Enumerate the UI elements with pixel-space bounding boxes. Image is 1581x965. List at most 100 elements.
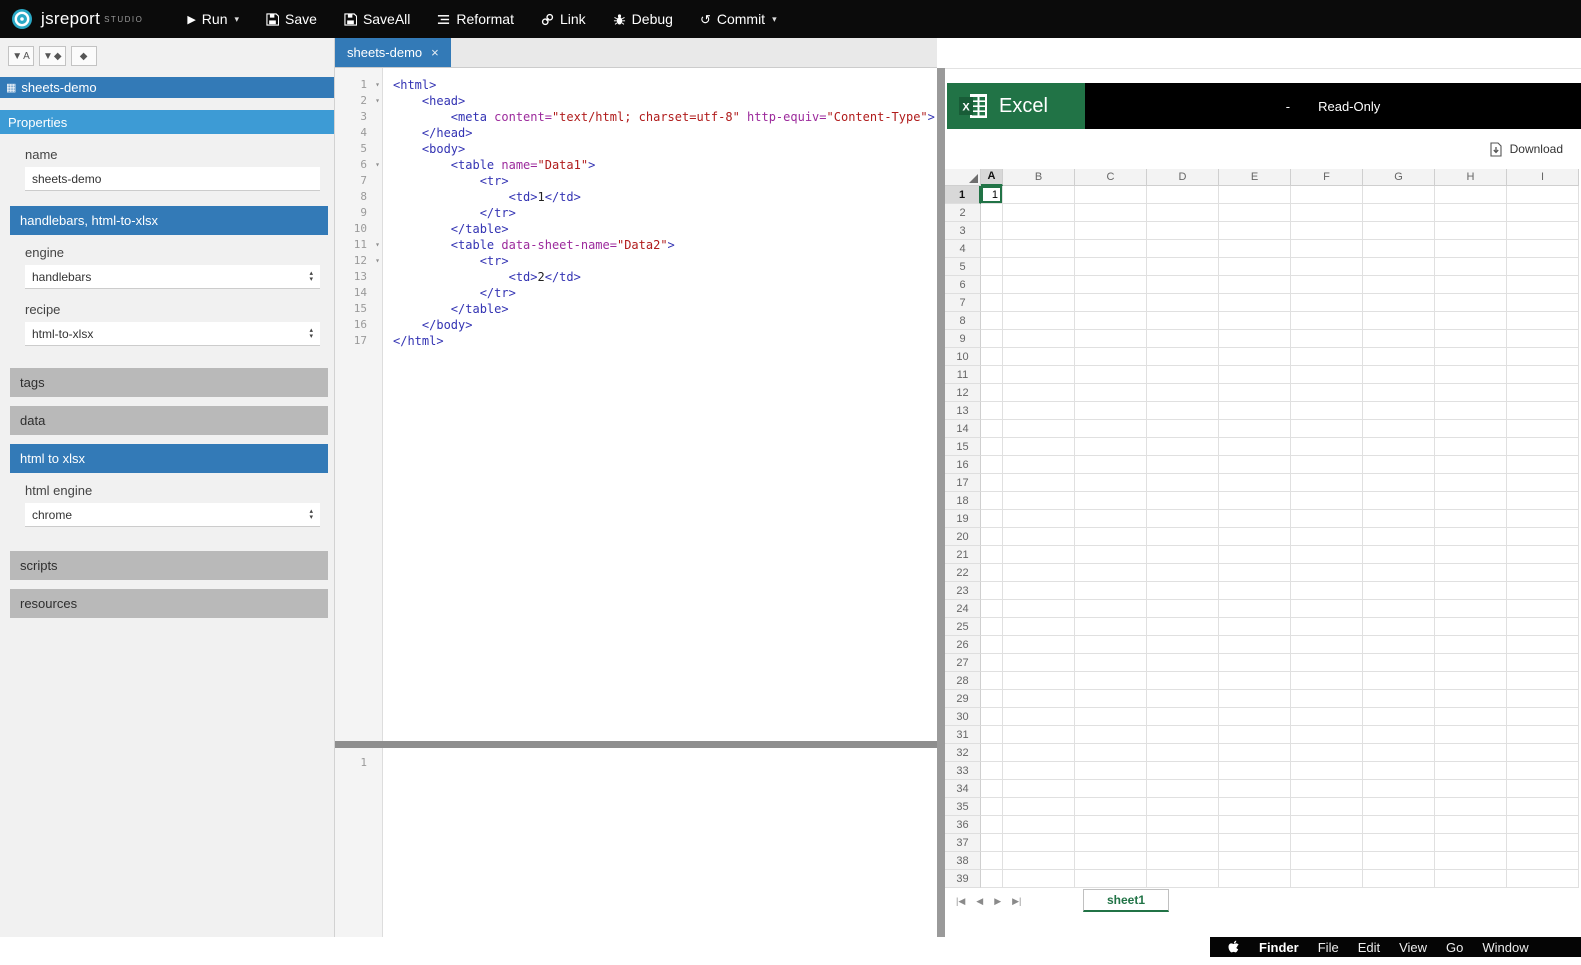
- cell-I39[interactable]: [1507, 870, 1579, 888]
- row-header-17[interactable]: 17: [945, 474, 981, 492]
- cell-H27[interactable]: [1435, 654, 1507, 672]
- cell-A3[interactable]: [981, 222, 1003, 240]
- cell-H21[interactable]: [1435, 546, 1507, 564]
- cell-I30[interactable]: [1507, 708, 1579, 726]
- link-button[interactable]: Link: [541, 11, 586, 27]
- cell-A22[interactable]: [981, 564, 1003, 582]
- cell-C9[interactable]: [1075, 330, 1147, 348]
- cell-D4[interactable]: [1147, 240, 1219, 258]
- cell-C34[interactable]: [1075, 780, 1147, 798]
- cell-C19[interactable]: [1075, 510, 1147, 528]
- cell-B26[interactable]: [1003, 636, 1075, 654]
- cell-G34[interactable]: [1363, 780, 1435, 798]
- cell-C14[interactable]: [1075, 420, 1147, 438]
- cell-E20[interactable]: [1219, 528, 1291, 546]
- cell-F7[interactable]: [1291, 294, 1363, 312]
- cell-G16[interactable]: [1363, 456, 1435, 474]
- cell-H9[interactable]: [1435, 330, 1507, 348]
- helpers-pane[interactable]: 1: [335, 748, 937, 937]
- cell-F38[interactable]: [1291, 852, 1363, 870]
- row-header-14[interactable]: 14: [945, 420, 981, 438]
- cell-E2[interactable]: [1219, 204, 1291, 222]
- row-header-7[interactable]: 7: [945, 294, 981, 312]
- cell-A20[interactable]: [981, 528, 1003, 546]
- cell-D26[interactable]: [1147, 636, 1219, 654]
- sheet-tab-sheet1[interactable]: sheet1: [1083, 889, 1169, 912]
- cell-E28[interactable]: [1219, 672, 1291, 690]
- cell-G9[interactable]: [1363, 330, 1435, 348]
- cell-I8[interactable]: [1507, 312, 1579, 330]
- cell-E24[interactable]: [1219, 600, 1291, 618]
- row-header-18[interactable]: 18: [945, 492, 981, 510]
- cell-F1[interactable]: [1291, 186, 1363, 204]
- column-header-G[interactable]: G: [1363, 169, 1435, 186]
- cell-C18[interactable]: [1075, 492, 1147, 510]
- cell-F8[interactable]: [1291, 312, 1363, 330]
- row-header-31[interactable]: 31: [945, 726, 981, 744]
- cell-H2[interactable]: [1435, 204, 1507, 222]
- cell-C30[interactable]: [1075, 708, 1147, 726]
- cell-D24[interactable]: [1147, 600, 1219, 618]
- cell-F27[interactable]: [1291, 654, 1363, 672]
- cell-B31[interactable]: [1003, 726, 1075, 744]
- cell-C33[interactable]: [1075, 762, 1147, 780]
- cell-I33[interactable]: [1507, 762, 1579, 780]
- select-all-corner[interactable]: [945, 169, 981, 186]
- cell-B33[interactable]: [1003, 762, 1075, 780]
- cell-A35[interactable]: [981, 798, 1003, 816]
- cell-I28[interactable]: [1507, 672, 1579, 690]
- row-header-8[interactable]: 8: [945, 312, 981, 330]
- cell-B14[interactable]: [1003, 420, 1075, 438]
- code-content[interactable]: <html> <head> <meta content="text/html; …: [383, 68, 937, 349]
- template-properties-section[interactable]: handlebars, html-to-xlsx: [10, 206, 328, 235]
- cell-F13[interactable]: [1291, 402, 1363, 420]
- cell-A28[interactable]: [981, 672, 1003, 690]
- cell-H26[interactable]: [1435, 636, 1507, 654]
- cell-E25[interactable]: [1219, 618, 1291, 636]
- cell-A6[interactable]: [981, 276, 1003, 294]
- cell-A14[interactable]: [981, 420, 1003, 438]
- cell-D15[interactable]: [1147, 438, 1219, 456]
- column-header-B[interactable]: B: [1003, 169, 1075, 186]
- cell-B25[interactable]: [1003, 618, 1075, 636]
- debug-button[interactable]: Debug: [613, 11, 673, 27]
- cell-A23[interactable]: [981, 582, 1003, 600]
- cell-C13[interactable]: [1075, 402, 1147, 420]
- menu-edit[interactable]: Edit: [1358, 940, 1380, 955]
- row-header-15[interactable]: 15: [945, 438, 981, 456]
- cell-H8[interactable]: [1435, 312, 1507, 330]
- cell-D9[interactable]: [1147, 330, 1219, 348]
- cell-C2[interactable]: [1075, 204, 1147, 222]
- cell-B30[interactable]: [1003, 708, 1075, 726]
- cell-I25[interactable]: [1507, 618, 1579, 636]
- filter-by-name-button[interactable]: ▼ A: [8, 46, 34, 66]
- cell-F32[interactable]: [1291, 744, 1363, 762]
- cell-C17[interactable]: [1075, 474, 1147, 492]
- data-section[interactable]: data: [10, 406, 328, 435]
- cell-I17[interactable]: [1507, 474, 1579, 492]
- cell-G8[interactable]: [1363, 312, 1435, 330]
- cell-I32[interactable]: [1507, 744, 1579, 762]
- cell-E30[interactable]: [1219, 708, 1291, 726]
- code-line[interactable]: <td>2</td>: [393, 269, 937, 285]
- cell-A39[interactable]: [981, 870, 1003, 888]
- cell-A24[interactable]: [981, 600, 1003, 618]
- cell-D39[interactable]: [1147, 870, 1219, 888]
- cell-E5[interactable]: [1219, 258, 1291, 276]
- row-header-1[interactable]: 1: [945, 186, 981, 204]
- cell-E39[interactable]: [1219, 870, 1291, 888]
- cell-H14[interactable]: [1435, 420, 1507, 438]
- cell-H30[interactable]: [1435, 708, 1507, 726]
- cell-F2[interactable]: [1291, 204, 1363, 222]
- cell-B32[interactable]: [1003, 744, 1075, 762]
- row-header-26[interactable]: 26: [945, 636, 981, 654]
- cell-H18[interactable]: [1435, 492, 1507, 510]
- code-line[interactable]: <tr>: [393, 253, 937, 269]
- fold-caret-icon[interactable]: ▾: [375, 77, 380, 93]
- cell-E38[interactable]: [1219, 852, 1291, 870]
- cell-C36[interactable]: [1075, 816, 1147, 834]
- template-code-pane[interactable]: 1 ▾ 2 ▾ 3 4 5 6 ▾ 7 8 9 10 11 ▾ 12 ▾ 13 14 15 16 17 <html> <h…: [335, 68, 937, 741]
- cell-F14[interactable]: [1291, 420, 1363, 438]
- cell-H17[interactable]: [1435, 474, 1507, 492]
- cell-E34[interactable]: [1219, 780, 1291, 798]
